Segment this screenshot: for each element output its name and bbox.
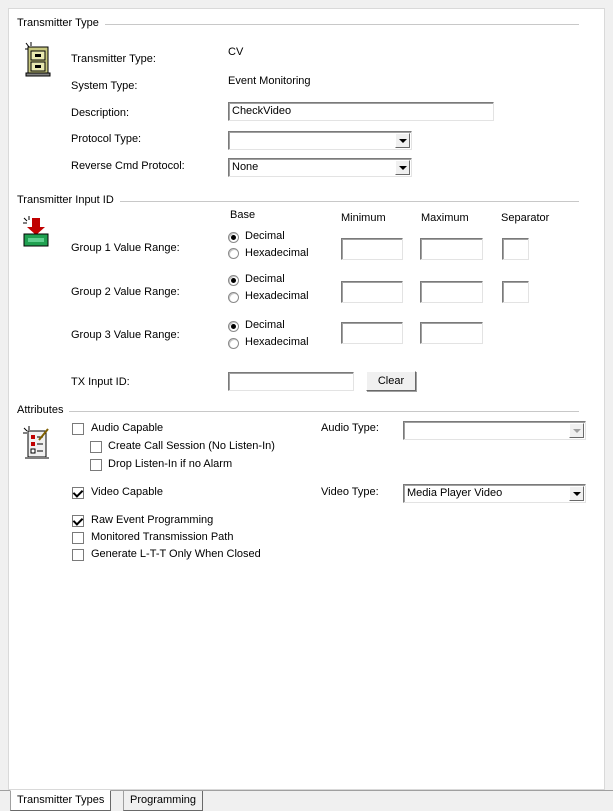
chevron-down-icon[interactable] bbox=[569, 423, 584, 438]
drop-listen-in-label: Drop Listen-In if no Alarm bbox=[108, 458, 233, 470]
protocol-type-label: Protocol Type: bbox=[71, 133, 142, 145]
audio-type-label: Audio Type: bbox=[321, 422, 379, 434]
group-1-label: Group 1 Value Range: bbox=[71, 242, 180, 254]
group-2-label: Group 2 Value Range: bbox=[71, 286, 180, 298]
section-title-transmitter-type: Transmitter Type bbox=[17, 17, 105, 29]
description-input[interactable]: CheckVideo bbox=[228, 102, 494, 121]
group-1-maximum-input[interactable] bbox=[420, 238, 483, 260]
audio-capable-checkbox[interactable] bbox=[72, 423, 84, 435]
group-1-minimum-input[interactable] bbox=[341, 238, 403, 260]
group-2-hex-label: Hexadecimal bbox=[245, 290, 309, 302]
video-type-select[interactable]: Media Player Video bbox=[403, 484, 586, 503]
create-call-session-checkbox[interactable] bbox=[90, 441, 102, 453]
create-call-session-label: Create Call Session (No Listen-In) bbox=[108, 440, 275, 452]
group-1-hex-label: Hexadecimal bbox=[245, 247, 309, 259]
video-type-label: Video Type: bbox=[321, 486, 379, 498]
group-2-minimum-input[interactable] bbox=[341, 281, 403, 303]
video-type-value: Media Player Video bbox=[407, 487, 503, 499]
column-separator-header: Separator bbox=[501, 212, 550, 224]
column-minimum-header: Minimum bbox=[341, 212, 386, 224]
column-base-header: Base bbox=[230, 209, 256, 221]
video-capable-label: Video Capable bbox=[91, 486, 163, 498]
system-type-label: System Type: bbox=[71, 80, 138, 92]
group-1-decimal-radio[interactable] bbox=[228, 232, 239, 243]
group-3-decimal-radio[interactable] bbox=[228, 321, 239, 332]
generate-ltt-checkbox[interactable] bbox=[72, 549, 84, 561]
download-tray-icon bbox=[23, 216, 49, 247]
cabinet-icon bbox=[25, 42, 51, 77]
group-3-maximum-input[interactable] bbox=[420, 322, 483, 344]
group-2-decimal-radio[interactable] bbox=[228, 275, 239, 286]
generate-ltt-label: Generate L-T-T Only When Closed bbox=[91, 548, 261, 560]
reverse-cmd-value: None bbox=[232, 161, 259, 173]
group-3-decimal-label: Decimal bbox=[245, 319, 285, 331]
group-2-decimal-label: Decimal bbox=[245, 273, 285, 285]
tab-programming[interactable]: Programming bbox=[123, 791, 204, 811]
group-1-hex-radio[interactable] bbox=[228, 248, 239, 259]
system-type-value: Event Monitoring bbox=[228, 75, 311, 87]
tab-bar: Transmitter Types Programming bbox=[0, 790, 613, 811]
raw-event-programming-checkbox[interactable] bbox=[72, 515, 84, 527]
clear-button[interactable]: Clear bbox=[366, 371, 416, 391]
section-divider bbox=[17, 411, 579, 412]
group-3-label: Group 3 Value Range: bbox=[71, 329, 180, 341]
group-3-minimum-input[interactable] bbox=[341, 322, 403, 344]
group-2-maximum-input[interactable] bbox=[420, 281, 483, 303]
monitored-path-checkbox[interactable] bbox=[72, 532, 84, 544]
monitored-path-label: Monitored Transmission Path bbox=[91, 531, 234, 543]
chevron-down-icon[interactable] bbox=[395, 133, 410, 148]
tx-input-id-label: TX Input ID: bbox=[71, 376, 130, 388]
tx-input-id-field[interactable] bbox=[228, 372, 354, 391]
chevron-down-icon[interactable] bbox=[569, 486, 584, 501]
drop-listen-in-checkbox[interactable] bbox=[90, 459, 102, 471]
group-3-hex-radio[interactable] bbox=[228, 338, 239, 349]
section-title-input-id: Transmitter Input ID bbox=[17, 194, 120, 206]
chevron-down-icon[interactable] bbox=[395, 160, 410, 175]
raw-event-programming-label: Raw Event Programming bbox=[91, 514, 214, 526]
group-3-hex-label: Hexadecimal bbox=[245, 336, 309, 348]
tab-transmitter-types[interactable]: Transmitter Types bbox=[10, 790, 112, 811]
transmitter-panel: Transmitter Type Transmitter Type: CV Sy… bbox=[8, 8, 605, 790]
protocol-type-select[interactable] bbox=[228, 131, 412, 150]
reverse-cmd-label: Reverse Cmd Protocol: bbox=[71, 160, 185, 172]
transmitter-type-label: Transmitter Type: bbox=[71, 53, 156, 65]
video-capable-checkbox[interactable] bbox=[72, 487, 84, 499]
reverse-cmd-select[interactable]: None bbox=[228, 158, 412, 177]
group-2-hex-radio[interactable] bbox=[228, 292, 239, 303]
audio-type-select[interactable] bbox=[403, 421, 586, 440]
group-2-separator-input[interactable] bbox=[502, 281, 529, 303]
description-label: Description: bbox=[71, 107, 130, 119]
section-title-attributes: Attributes bbox=[17, 404, 70, 416]
column-maximum-header: Maximum bbox=[421, 212, 469, 224]
checklist-icon bbox=[23, 426, 49, 459]
transmitter-type-value: CV bbox=[228, 46, 244, 58]
group-1-decimal-label: Decimal bbox=[245, 230, 285, 242]
group-1-separator-input[interactable] bbox=[502, 238, 529, 260]
audio-capable-label: Audio Capable bbox=[91, 422, 164, 434]
